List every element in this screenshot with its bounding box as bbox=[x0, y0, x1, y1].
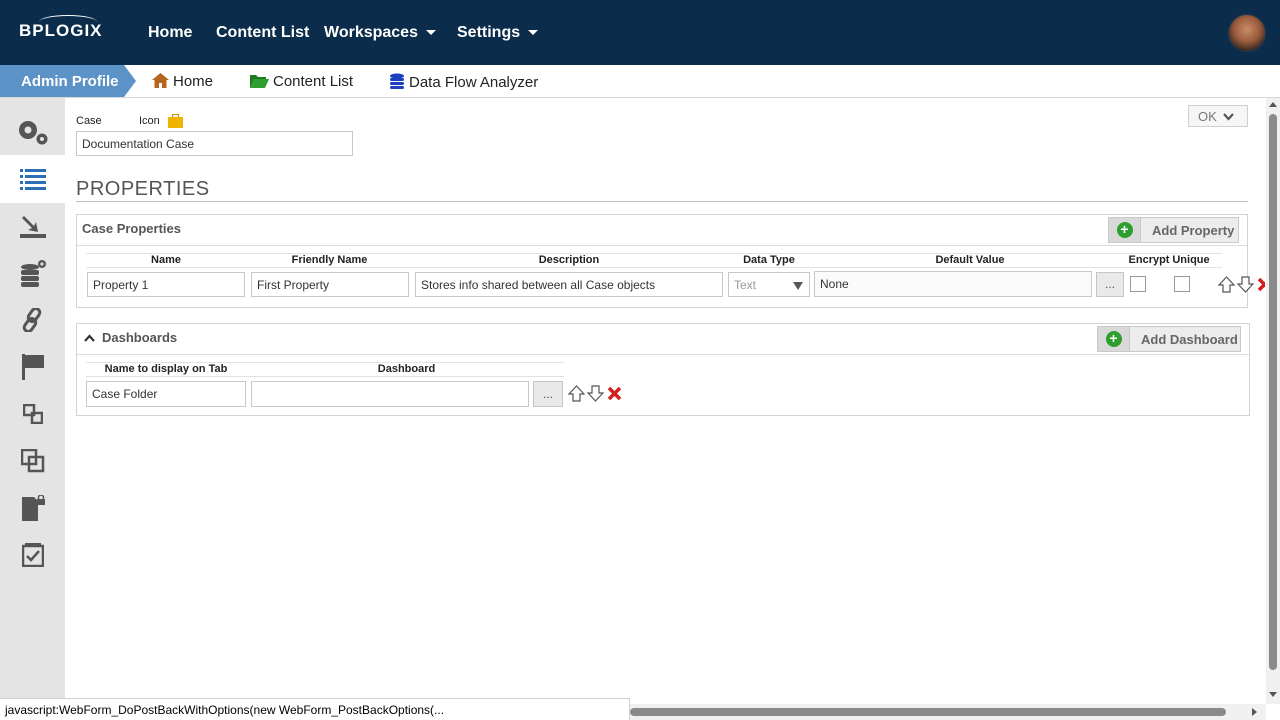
divider bbox=[76, 201, 1248, 202]
sidebar-item-link[interactable] bbox=[0, 296, 65, 344]
case-properties-title: Case Properties bbox=[82, 221, 181, 236]
add-dashboard-button[interactable]: + Add Dashboard bbox=[1097, 326, 1241, 352]
scroll-down-icon[interactable] bbox=[1269, 692, 1277, 697]
status-bar: javascript:WebForm_DoPostBackWithOptions… bbox=[0, 698, 630, 720]
default-value-input[interactable]: None bbox=[814, 271, 1092, 297]
flag-icon bbox=[21, 354, 44, 380]
dashboard-input[interactable] bbox=[251, 381, 529, 407]
copy-icon bbox=[20, 449, 44, 473]
unique-checkbox[interactable] bbox=[1174, 276, 1190, 292]
property-friendly-name-input[interactable]: First Property bbox=[251, 272, 409, 297]
scrollbar-thumb[interactable] bbox=[1269, 114, 1277, 670]
chevron-down-icon bbox=[1223, 113, 1234, 121]
checklist-icon bbox=[21, 543, 44, 567]
nav-workspaces[interactable]: Workspaces bbox=[324, 24, 436, 42]
locked-document-icon bbox=[21, 495, 45, 521]
column-header-friendly-name: Friendly Name bbox=[291, 254, 368, 266]
chevron-down-icon bbox=[528, 30, 539, 36]
properties-title: PROPERTIES bbox=[76, 178, 210, 200]
home-icon bbox=[152, 73, 169, 92]
column-header-name: Name bbox=[151, 254, 181, 266]
dropdown-arrow-icon bbox=[793, 282, 803, 290]
dashboards-title[interactable]: Dashboards bbox=[102, 330, 177, 345]
dashboard-tab-name-input[interactable]: Case Folder bbox=[86, 381, 246, 407]
sidebar-item-list[interactable] bbox=[0, 155, 65, 203]
column-header-data-type: Data Type bbox=[743, 254, 795, 266]
column-header-dashboard: Dashboard bbox=[377, 363, 436, 375]
sidebar-item-settings[interactable] bbox=[0, 108, 65, 156]
database-icon bbox=[389, 73, 405, 93]
vertical-scrollbar[interactable] bbox=[1266, 98, 1280, 704]
icon-label: Icon bbox=[139, 115, 160, 127]
link-icon bbox=[22, 308, 41, 332]
left-sidebar bbox=[0, 98, 65, 720]
folder-icon bbox=[250, 73, 269, 92]
chevron-up-icon[interactable] bbox=[84, 334, 95, 342]
encrypt-checkbox[interactable] bbox=[1130, 276, 1146, 292]
nav-settings[interactable]: Settings bbox=[457, 24, 539, 42]
add-icon: + bbox=[1109, 218, 1141, 242]
delete-icon[interactable] bbox=[607, 386, 622, 406]
default-value-browse-button[interactable]: ... bbox=[1096, 272, 1124, 297]
case-name-input[interactable]: Documentation Case bbox=[76, 131, 353, 156]
divider bbox=[77, 245, 1247, 246]
move-down-icon[interactable] bbox=[1236, 276, 1255, 298]
divider bbox=[86, 376, 564, 377]
import-icon bbox=[19, 216, 46, 238]
move-up-icon[interactable] bbox=[567, 385, 586, 407]
nav-content-list[interactable]: Content List bbox=[216, 24, 309, 42]
property-name-input[interactable]: Property 1 bbox=[87, 272, 245, 297]
breadcrumb-current[interactable]: Admin Profile bbox=[0, 65, 136, 97]
nav-home[interactable]: Home bbox=[148, 24, 192, 42]
top-navigation-bar: BPLOGIX Home Content List Workspaces Set… bbox=[0, 0, 1280, 65]
relationship-icon bbox=[22, 404, 43, 424]
sidebar-item-flag[interactable] bbox=[0, 343, 65, 391]
add-icon: + bbox=[1098, 327, 1130, 351]
data-type-select[interactable]: Text bbox=[728, 272, 810, 297]
column-header-tab-name: Name to display on Tab bbox=[104, 363, 228, 375]
case-label: Case bbox=[76, 115, 102, 127]
column-header-description: Description bbox=[538, 254, 600, 266]
scroll-up-icon[interactable] bbox=[1269, 102, 1277, 107]
divider bbox=[86, 267, 1222, 268]
add-property-button[interactable]: + Add Property bbox=[1108, 217, 1239, 243]
breadcrumb-home[interactable]: Home bbox=[152, 73, 213, 92]
database-add-icon bbox=[20, 260, 46, 287]
sidebar-item-copy[interactable] bbox=[0, 437, 65, 485]
column-header-unique: Unique bbox=[1172, 254, 1210, 266]
column-header-encrypt: Encrypt bbox=[1128, 254, 1170, 266]
sidebar-item-import[interactable] bbox=[0, 202, 65, 250]
property-description-input[interactable]: Stores info shared between all Case obje… bbox=[415, 272, 723, 297]
user-avatar[interactable] bbox=[1228, 14, 1266, 52]
list-icon bbox=[19, 169, 46, 190]
settings-gears-icon bbox=[18, 121, 47, 145]
ok-button[interactable]: OK bbox=[1188, 105, 1248, 127]
delete-icon[interactable] bbox=[1257, 277, 1265, 293]
sidebar-item-database-add[interactable] bbox=[0, 249, 65, 297]
breadcrumb: Admin Profile Home Content List Data Flo… bbox=[0, 65, 1280, 98]
chevron-down-icon bbox=[425, 30, 436, 36]
column-header-default-value: Default Value bbox=[935, 254, 1005, 266]
breadcrumb-data-flow-analyzer[interactable]: Data Flow Analyzer bbox=[389, 73, 538, 93]
move-up-icon[interactable] bbox=[1217, 276, 1236, 298]
move-down-icon[interactable] bbox=[586, 385, 605, 407]
sidebar-item-checklist[interactable] bbox=[0, 531, 65, 579]
dashboard-browse-button[interactable]: ... bbox=[533, 381, 563, 407]
sidebar-item-locked-document[interactable] bbox=[0, 484, 65, 532]
scroll-right-icon[interactable] bbox=[1252, 708, 1257, 716]
horizontal-scrollbar[interactable] bbox=[630, 704, 1266, 720]
divider bbox=[77, 354, 1249, 355]
scrollbar-thumb[interactable] bbox=[630, 708, 1226, 716]
sidebar-item-relationship[interactable] bbox=[0, 390, 65, 438]
bplogix-logo[interactable]: BPLOGIX bbox=[19, 15, 103, 41]
breadcrumb-content-list[interactable]: Content List bbox=[250, 73, 353, 92]
